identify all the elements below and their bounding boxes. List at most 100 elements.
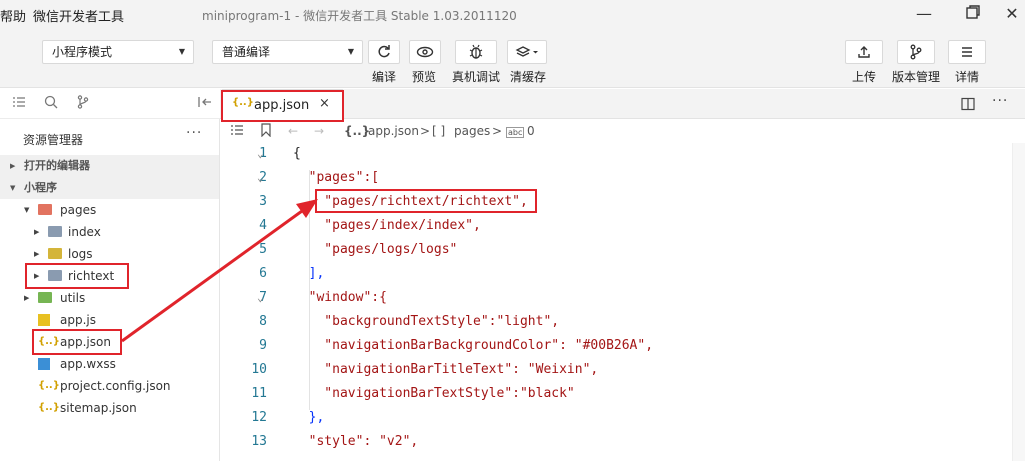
project-section[interactable]: ▼ 小程序 [0, 177, 219, 199]
chevron-right-icon: ▶ [24, 294, 30, 302]
chevron-right-icon: ▶ [10, 162, 16, 170]
line-number: 12 [251, 410, 267, 425]
open-editors-section[interactable]: ▶ 打开的编辑器 [0, 155, 219, 177]
window-title: miniprogram-1 - 微信开发者工具 Stable 1.03.2011… [202, 9, 517, 23]
line-number: 8 [259, 314, 267, 329]
breadcrumb-file[interactable]: app.json [368, 124, 419, 138]
chevron-down-icon: ▼ [178, 47, 185, 56]
chevron-down-icon: ▼ [10, 184, 16, 192]
breadcrumb-index[interactable]: 0 [527, 124, 535, 138]
breadcrumb-separator: > [420, 124, 431, 138]
code-line: "style": "v2", [293, 434, 419, 449]
minimize-icon[interactable]: — [913, 4, 935, 24]
annotation-box-richtext-folder [25, 263, 129, 289]
tree-item-label: logs [68, 247, 93, 261]
refresh-icon [378, 45, 390, 58]
upload-label[interactable]: 上传 [852, 68, 876, 85]
code-line: "navigationBarTitleText": "Weixin", [293, 362, 599, 377]
line-number: 10 [251, 362, 267, 377]
search-icon[interactable] [44, 95, 58, 113]
breadcrumb-key[interactable]: pages [454, 124, 490, 138]
details-button[interactable] [948, 40, 986, 64]
preview-label[interactable]: 预览 [412, 68, 436, 85]
code-line: "pages/index/index", [293, 218, 481, 233]
array-icon: [ ] [432, 124, 446, 138]
minimap[interactable] [1012, 143, 1025, 461]
fold-chevron-icon[interactable]: ⌄ [257, 291, 264, 304]
clear-cache-button[interactable] [507, 40, 547, 64]
folder-icon [48, 226, 62, 237]
menu-help[interactable]: 帮助 [0, 6, 26, 25]
tree-item-pages[interactable]: ▼ pages [24, 199, 214, 221]
code-line: "pages":[ [293, 170, 380, 185]
maximize-icon[interactable] [962, 4, 984, 24]
tree-item-label: utils [60, 291, 86, 305]
annotation-box-richtext-page [315, 189, 537, 213]
folder-icon [48, 248, 62, 259]
json-file-icon: {..} [38, 402, 60, 413]
remote-debug-label[interactable]: 真机调试 [452, 68, 500, 85]
forward-arrow-icon[interactable]: → [314, 124, 324, 138]
breadcrumb: ← → {..} app.json > [ ] pages > abc 0 [220, 119, 1025, 143]
outline-icon[interactable] [230, 123, 244, 140]
collapse-panel-icon[interactable] [197, 95, 213, 113]
compile-select[interactable]: 普通编译 ▼ [212, 40, 363, 64]
list-icon[interactable] [12, 95, 26, 113]
breadcrumb-separator: > [492, 124, 503, 138]
line-number: 13 [251, 434, 267, 449]
line-number: 5 [259, 242, 267, 257]
chevron-right-icon: ▶ [34, 250, 40, 258]
tree-item-app-wxss[interactable]: app.wxss [38, 353, 214, 375]
mode-select-value: 小程序模式 [52, 45, 113, 59]
more-icon[interactable]: ··· [992, 93, 1008, 109]
chevron-down-icon: ▼ [347, 47, 354, 56]
details-label[interactable]: 详情 [955, 68, 979, 85]
stylesheet-file-icon [38, 358, 50, 370]
tree-item-sitemap[interactable]: {..} sitemap.json [38, 397, 214, 419]
line-number: 11 [251, 386, 267, 401]
compile-label[interactable]: 编译 [372, 68, 396, 85]
branch-icon [910, 44, 922, 60]
tree-item-label: app.wxss [60, 357, 116, 371]
code-line: ], [293, 266, 325, 281]
tree-item-project-config[interactable]: {..} project.config.json [38, 375, 214, 397]
version-button[interactable] [897, 40, 935, 64]
line-number: 3 [259, 194, 267, 209]
code-line: { [293, 146, 301, 161]
tree-item-app-js[interactable]: app.js [38, 309, 214, 331]
activity-bar [0, 89, 220, 119]
line-number: 4 [259, 218, 267, 233]
code-line: "navigationBarTextStyle":"black" [293, 386, 575, 401]
bookmark-icon[interactable] [260, 123, 272, 140]
chevron-down-icon: ▼ [24, 206, 30, 214]
upload-button[interactable] [845, 40, 883, 64]
source-control-icon[interactable] [76, 95, 90, 113]
tree-item-index[interactable]: ▶ index [34, 221, 214, 243]
tree-item-utils[interactable]: ▶ utils [24, 287, 214, 309]
tree-item-label: pages [60, 203, 97, 217]
close-window-icon[interactable]: ✕ [1001, 4, 1023, 24]
menu-app-name[interactable]: 微信开发者工具 [33, 6, 124, 25]
fold-chevron-icon[interactable]: ⌄ [257, 147, 264, 160]
remote-debug-button[interactable] [455, 40, 497, 64]
json-file-icon: {..} [38, 380, 60, 391]
line-number: 6 [259, 266, 267, 281]
clear-cache-label[interactable]: 清缓存 [510, 68, 546, 85]
back-arrow-icon[interactable]: ← [288, 124, 298, 138]
mode-select[interactable]: 小程序模式 ▼ [42, 40, 194, 64]
explorer-sidebar: 资源管理器 ··· ▶ 打开的编辑器 ▼ 小程序 ▼ pages ▶ index… [0, 119, 220, 461]
eye-icon [416, 46, 434, 58]
compile-button[interactable] [368, 40, 400, 64]
tree-item-label: app.js [60, 313, 96, 327]
split-editor-icon[interactable] [961, 97, 975, 115]
tree-item-logs[interactable]: ▶ logs [34, 243, 214, 265]
code-line: }, [293, 410, 325, 425]
menu-icon [962, 47, 972, 57]
fold-chevron-icon[interactable]: ⌄ [257, 171, 264, 184]
code-line: "pages/logs/logs" [293, 242, 458, 257]
chevron-right-icon: ▶ [34, 228, 40, 236]
version-label[interactable]: 版本管理 [892, 68, 940, 85]
preview-button[interactable] [409, 40, 441, 64]
annotation-box-tab [221, 90, 344, 122]
more-actions-button[interactable]: ··· [186, 125, 202, 141]
